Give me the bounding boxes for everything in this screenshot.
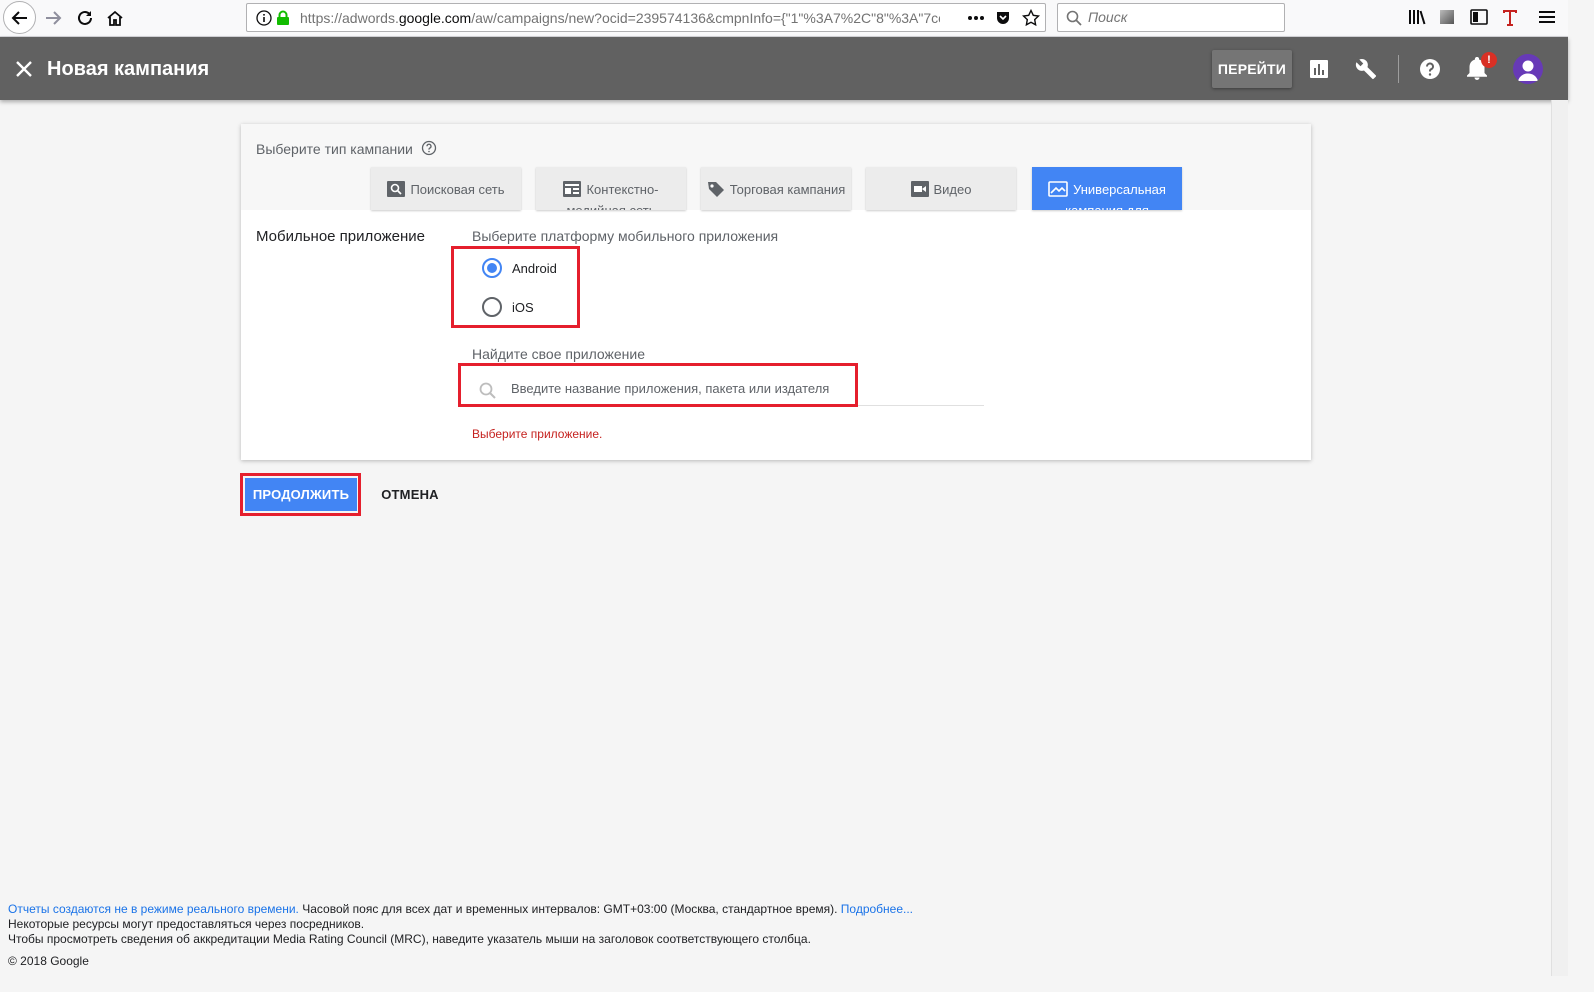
video-icon	[910, 181, 929, 197]
browser-search[interactable]	[1057, 3, 1285, 32]
help-button[interactable]	[1417, 56, 1443, 82]
copyright: © 2018 Google	[8, 954, 89, 968]
search-icon	[387, 181, 406, 197]
tag-icon	[707, 182, 724, 197]
sidebar-button[interactable]	[1467, 5, 1491, 29]
url-text: https://adwords.google.com/aw/campaigns/…	[300, 10, 940, 26]
lock-icon	[277, 10, 289, 25]
campaign-type-label: Выберите тип кампании	[256, 141, 413, 157]
campaign-card: Выберите тип кампании Поисковая сеть Кон…	[241, 124, 1311, 460]
notification-badge: !	[1481, 52, 1497, 68]
home-icon	[107, 10, 123, 26]
help-icon	[1420, 59, 1440, 79]
tab-universal-app[interactable]: Универсальная кампания для приложений	[1032, 167, 1182, 210]
browser-toolbar: https://adwords.google.com/aw/campaigns/…	[0, 0, 1568, 37]
footer-notes: Отчеты создаются не в режиме реального в…	[8, 902, 913, 947]
reload-button[interactable]	[69, 3, 101, 33]
forward-button[interactable]	[37, 3, 69, 33]
footer-line-2: Некоторые ресурсы могут предоставляться …	[8, 917, 365, 931]
continue-button[interactable]: ПРОДОЛЖИТЬ	[245, 478, 357, 511]
cancel-button[interactable]: ОТМЕНА	[372, 478, 448, 511]
home-button[interactable]	[99, 3, 131, 33]
back-icon	[11, 10, 27, 25]
back-button[interactable]	[3, 1, 36, 34]
campaign-type-section: Выберите тип кампании Поисковая сеть Кон…	[241, 124, 1311, 210]
tab-video[interactable]: Видео	[866, 167, 1016, 210]
sidebar-icon	[1470, 9, 1488, 25]
translate-icon	[1503, 10, 1517, 26]
tools-wrench-icon	[1355, 59, 1377, 80]
page-title: Новая кампания	[47, 58, 210, 80]
user-icon	[1518, 60, 1538, 81]
library-icon	[1409, 10, 1426, 25]
mobile-app-section-label: Мобильное приложение	[256, 228, 425, 245]
close-icon[interactable]	[12, 57, 36, 81]
screenshot-icon	[1440, 10, 1454, 24]
browser-search-input[interactable]	[1088, 9, 1278, 25]
header-divider	[1398, 55, 1399, 83]
app-error-message: Выберите приложение.	[472, 427, 603, 441]
page-scrollbar[interactable]	[1551, 100, 1568, 976]
reports-button[interactable]	[1306, 56, 1332, 82]
help-circle-icon[interactable]	[421, 140, 437, 156]
more-link[interactable]: Подробнее...	[841, 902, 913, 916]
highlight-platform-options	[451, 246, 580, 328]
display-icon	[563, 181, 582, 197]
url-bar[interactable]: https://adwords.google.com/aw/campaigns/…	[246, 3, 1046, 32]
footer-line-3: Чтобы просмотреть сведения об аккредитац…	[8, 932, 811, 946]
footer-line-1: Отчеты создаются не в режиме реального в…	[8, 902, 914, 916]
bookmark-star-icon[interactable]	[1022, 9, 1040, 27]
app-icon	[1048, 181, 1068, 197]
tab-display-network[interactable]: Контекстно-медийная сеть	[536, 167, 686, 210]
pocket-icon[interactable]	[995, 10, 1011, 26]
tab-shopping[interactable]: Торговая кампания	[701, 167, 851, 210]
more-icon[interactable]	[967, 15, 985, 21]
tab-search-network[interactable]: Поисковая сеть	[371, 167, 521, 210]
platform-label: Выберите платформу мобильного приложения	[472, 228, 779, 244]
library-button[interactable]	[1405, 5, 1429, 29]
forward-icon	[46, 11, 62, 25]
info-icon	[256, 10, 272, 26]
reports-icon	[1310, 60, 1328, 78]
search-icon	[1066, 10, 1082, 26]
go-button[interactable]: ПЕРЕЙТИ	[1212, 50, 1292, 88]
screenshot-button[interactable]	[1435, 5, 1459, 29]
translate-button[interactable]	[1498, 5, 1522, 29]
highlight-app-search	[458, 363, 858, 407]
reload-icon	[78, 10, 92, 25]
menu-icon	[1539, 11, 1555, 23]
avatar[interactable]	[1513, 54, 1543, 84]
realtime-link[interactable]: Отчеты создаются не в режиме реального в…	[8, 902, 299, 916]
find-app-label: Найдите свое приложение	[472, 346, 646, 362]
browser-menu-button[interactable]	[1535, 5, 1559, 29]
tools-button[interactable]	[1353, 56, 1379, 82]
app-header: Новая кампания ПЕРЕЙТИ !	[0, 37, 1568, 100]
